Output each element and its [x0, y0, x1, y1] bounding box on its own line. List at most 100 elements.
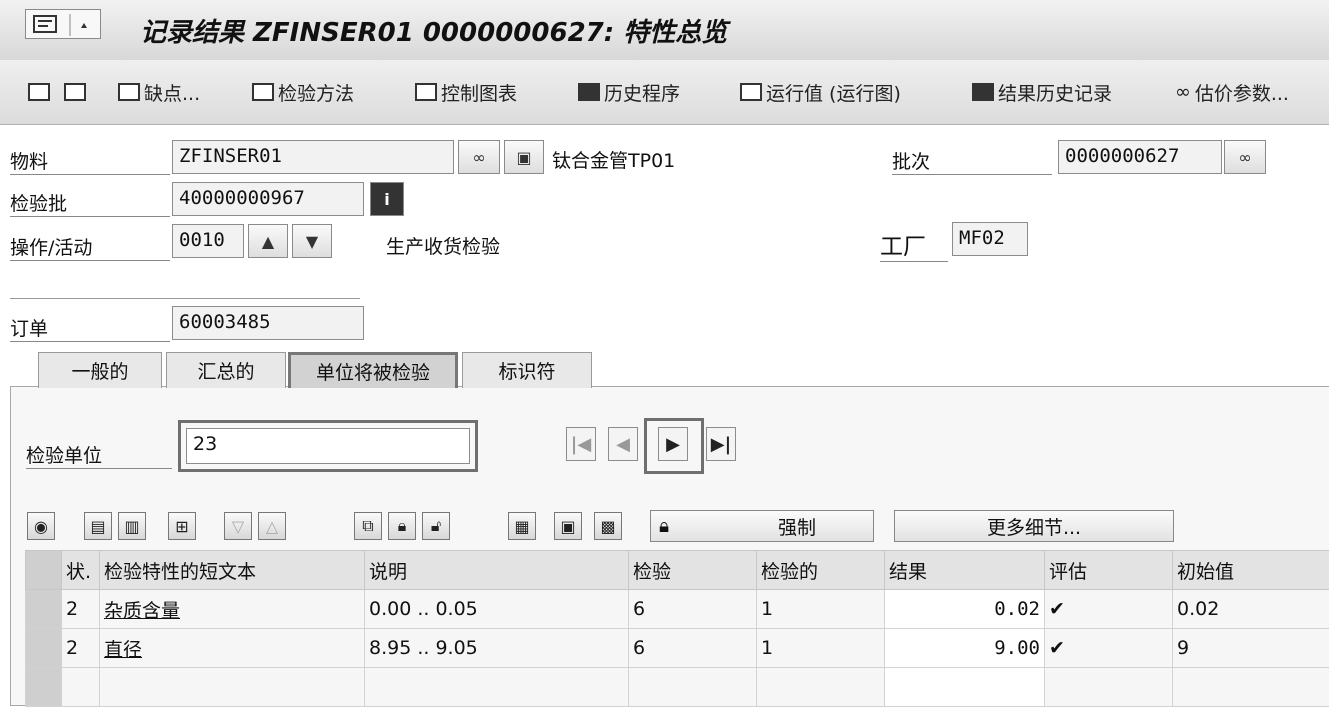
copy-button[interactable]: ⧉ — [354, 512, 382, 540]
last-unit-button[interactable]: ▶| — [706, 427, 736, 461]
operation-field[interactable]: 0010 — [172, 224, 244, 258]
row-selector[interactable] — [26, 668, 62, 707]
characteristic-link[interactable]: 直径 — [104, 639, 142, 661]
previous-unit-button[interactable]: ◀ — [608, 427, 638, 461]
hierarchy-button[interactable] — [28, 78, 54, 106]
glasses-icon: ∞ — [1238, 148, 1251, 167]
tab-units-to-inspect[interactable]: 单位将被检验 — [288, 352, 458, 388]
batch-field[interactable]: 0000000627 — [1058, 140, 1222, 174]
defects-button[interactable]: 缺点... — [118, 78, 200, 106]
details-button[interactable]: ◉ — [27, 512, 55, 540]
sort-down-button[interactable]: ▽ — [224, 512, 252, 540]
column-header[interactable]: 状. — [62, 551, 100, 590]
history-button[interactable]: 历史程序 — [578, 78, 680, 106]
column-header[interactable]: 初始值 — [1173, 551, 1329, 590]
record-button[interactable] — [64, 78, 90, 106]
calendar-button[interactable]: ▣ — [554, 512, 582, 540]
characteristics-table: 状. 检验特性的短文本 说明 检验 检验的 结果 评估 初始值 2 杂质含量 0… — [25, 550, 1329, 707]
next-unit-button[interactable]: ▶ — [658, 427, 688, 461]
control-chart-label: 控制图表 — [441, 79, 517, 106]
characteristic-text-cell[interactable]: 杂质含量 — [100, 590, 365, 629]
initial-value-cell: 0.02 — [1173, 590, 1329, 629]
force-button[interactable]: 🔒︎ 强制 — [650, 510, 874, 542]
select-all-button[interactable]: ▤ — [84, 512, 112, 540]
calendar-icon: ▣ — [560, 517, 575, 536]
column-header[interactable]: 结果 — [885, 551, 1045, 590]
history-icon — [578, 83, 600, 101]
inspection-cell: 6 — [629, 590, 757, 629]
unlock-button[interactable]: 🔓︎ — [422, 512, 450, 540]
operation-down-button[interactable]: ▼ — [292, 224, 332, 258]
inspection-cell: 6 — [629, 629, 757, 668]
run-chart-icon — [740, 83, 762, 101]
description-cell: 8.95 .. 9.05 — [365, 629, 629, 668]
characteristic-link[interactable]: 杂质含量 — [104, 600, 180, 622]
material-details-button[interactable]: ∞ — [458, 140, 500, 174]
lock-icon: 🔒︎ — [398, 516, 407, 536]
column-header[interactable]: 评估 — [1045, 551, 1173, 590]
result-input[interactable]: 9.00 — [885, 629, 1045, 668]
inspection-unit-input[interactable]: 23 — [186, 428, 470, 464]
valuation-params-button[interactable]: ∞估价参数... — [1175, 78, 1289, 106]
material-field[interactable]: ZFINSER01 — [172, 140, 454, 174]
column-header[interactable]: 检验特性的短文本 — [100, 551, 365, 590]
table-row[interactable] — [26, 668, 1329, 707]
system-menu-button[interactable] — [25, 9, 101, 39]
description-cell: 0.00 .. 0.05 — [365, 590, 629, 629]
deselect-icon: ▥ — [124, 517, 139, 536]
column-header[interactable]: 说明 — [365, 551, 629, 590]
inspection-unit-label: 检验单位 — [26, 441, 172, 469]
material-label: 物料 — [10, 147, 170, 175]
operation-up-button[interactable]: ▲ — [248, 224, 288, 258]
copy-icon: ⧉ — [362, 516, 373, 536]
calculator-icon: ▦ — [514, 517, 529, 536]
calculator-button[interactable]: ▦ — [508, 512, 536, 540]
inspected-cell: 1 — [757, 590, 885, 629]
characteristic-text-cell[interactable]: 直径 — [100, 629, 365, 668]
batch-details-button[interactable]: ∞ — [1224, 140, 1266, 174]
control-chart-button[interactable]: 控制图表 — [415, 78, 517, 106]
info-button[interactable]: i — [370, 182, 404, 216]
force-label: 强制 — [778, 513, 816, 540]
evaluation-check-icon: ✔ — [1045, 590, 1173, 629]
sort-up-button[interactable]: △ — [258, 512, 286, 540]
material-copy-button[interactable]: ▣ — [504, 140, 544, 174]
table-row[interactable]: 2 杂质含量 0.00 .. 0.05 6 1 0.02 ✔ 0.02 — [26, 590, 1329, 629]
order-field[interactable]: 60003485 — [172, 306, 364, 340]
row-selector[interactable] — [26, 590, 62, 629]
defects-label: 缺点... — [144, 79, 200, 106]
run-chart-button[interactable]: 运行值 (运行图) — [740, 78, 901, 106]
initial-value-cell: 9 — [1173, 629, 1329, 668]
plant-field[interactable]: MF02 — [952, 222, 1028, 256]
inspection-lot-field[interactable]: 40000000967 — [172, 182, 364, 216]
table-row[interactable]: 2 直径 8.95 .. 9.05 6 1 9.00 ✔ 9 — [26, 629, 1329, 668]
result-input[interactable] — [885, 668, 1045, 707]
result-history-button[interactable]: 结果历史记录 — [972, 78, 1112, 106]
tab-summary[interactable]: 汇总的 — [166, 352, 286, 388]
result-history-icon — [972, 83, 994, 101]
column-header[interactable]: 检验的 — [757, 551, 885, 590]
column-header[interactable]: 检验 — [629, 551, 757, 590]
tab-general[interactable]: 一般的 — [38, 352, 162, 388]
result-input[interactable]: 0.02 — [885, 590, 1045, 629]
more-details-button[interactable]: 更多细节... — [894, 510, 1174, 542]
section-divider — [10, 298, 360, 299]
lock-icon: 🔒︎ — [659, 515, 669, 537]
valuation-params-label: 估价参数... — [1195, 79, 1289, 106]
run-chart-label: 运行值 (运行图) — [766, 79, 901, 106]
deselect-button[interactable]: ▥ — [118, 512, 146, 540]
first-unit-button[interactable]: |◀ — [566, 427, 596, 461]
row-selector[interactable] — [26, 629, 62, 668]
inspected-cell: 1 — [757, 629, 885, 668]
lock-button[interactable]: 🔒︎ — [388, 512, 416, 540]
tab-identifier[interactable]: 标识符 — [462, 352, 592, 388]
insert-row-button[interactable]: ⊞ — [168, 512, 196, 540]
select-all-column[interactable] — [26, 551, 62, 590]
graphic-button[interactable]: ▩ — [594, 512, 622, 540]
inspection-method-button[interactable]: 检验方法 — [252, 78, 354, 106]
operation-description: 生产收货检验 — [386, 232, 500, 259]
chart-icon — [415, 83, 437, 101]
order-label: 订单 — [10, 314, 170, 342]
document-icon — [118, 83, 140, 101]
more-details-label: 更多细节... — [987, 513, 1081, 540]
